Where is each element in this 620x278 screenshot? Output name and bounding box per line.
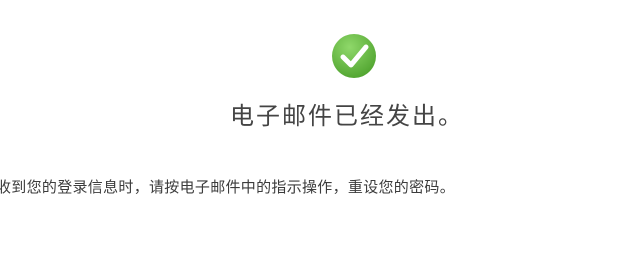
check-circle-icon: [332, 34, 376, 78]
confirmation-title: 电子邮件已经发出。: [230, 102, 464, 130]
confirmation-message: 收到您的登录信息时，请按电子邮件中的指示操作，重设您的密码。: [0, 178, 456, 196]
